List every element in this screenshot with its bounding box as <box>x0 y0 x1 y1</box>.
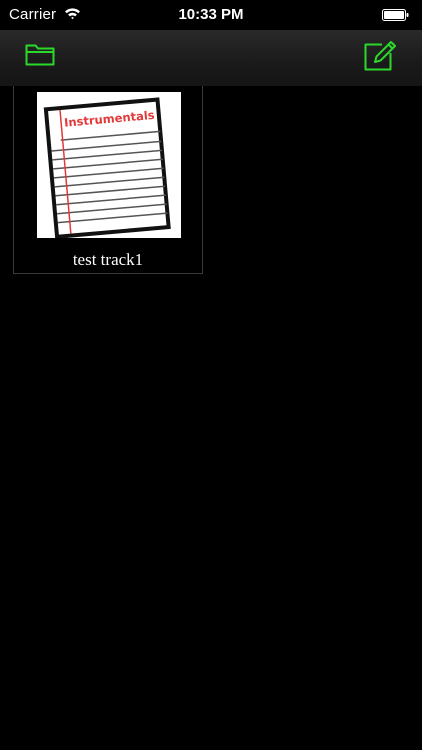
folder-icon <box>25 44 55 66</box>
compose-icon <box>364 41 396 71</box>
battery-icon <box>382 9 409 21</box>
folder-button[interactable] <box>24 40 58 70</box>
compose-button[interactable] <box>362 38 396 71</box>
nav-bar <box>0 30 422 86</box>
track-title: test track1 <box>72 250 144 269</box>
status-bar: Carrier 10:33 PM <box>0 0 422 30</box>
lyrics-sheet-thumbnail: Instrumentals <box>37 92 181 238</box>
track-item[interactable]: Instrumentals test track1 <box>13 86 203 274</box>
status-time: 10:33 PM <box>178 6 244 23</box>
